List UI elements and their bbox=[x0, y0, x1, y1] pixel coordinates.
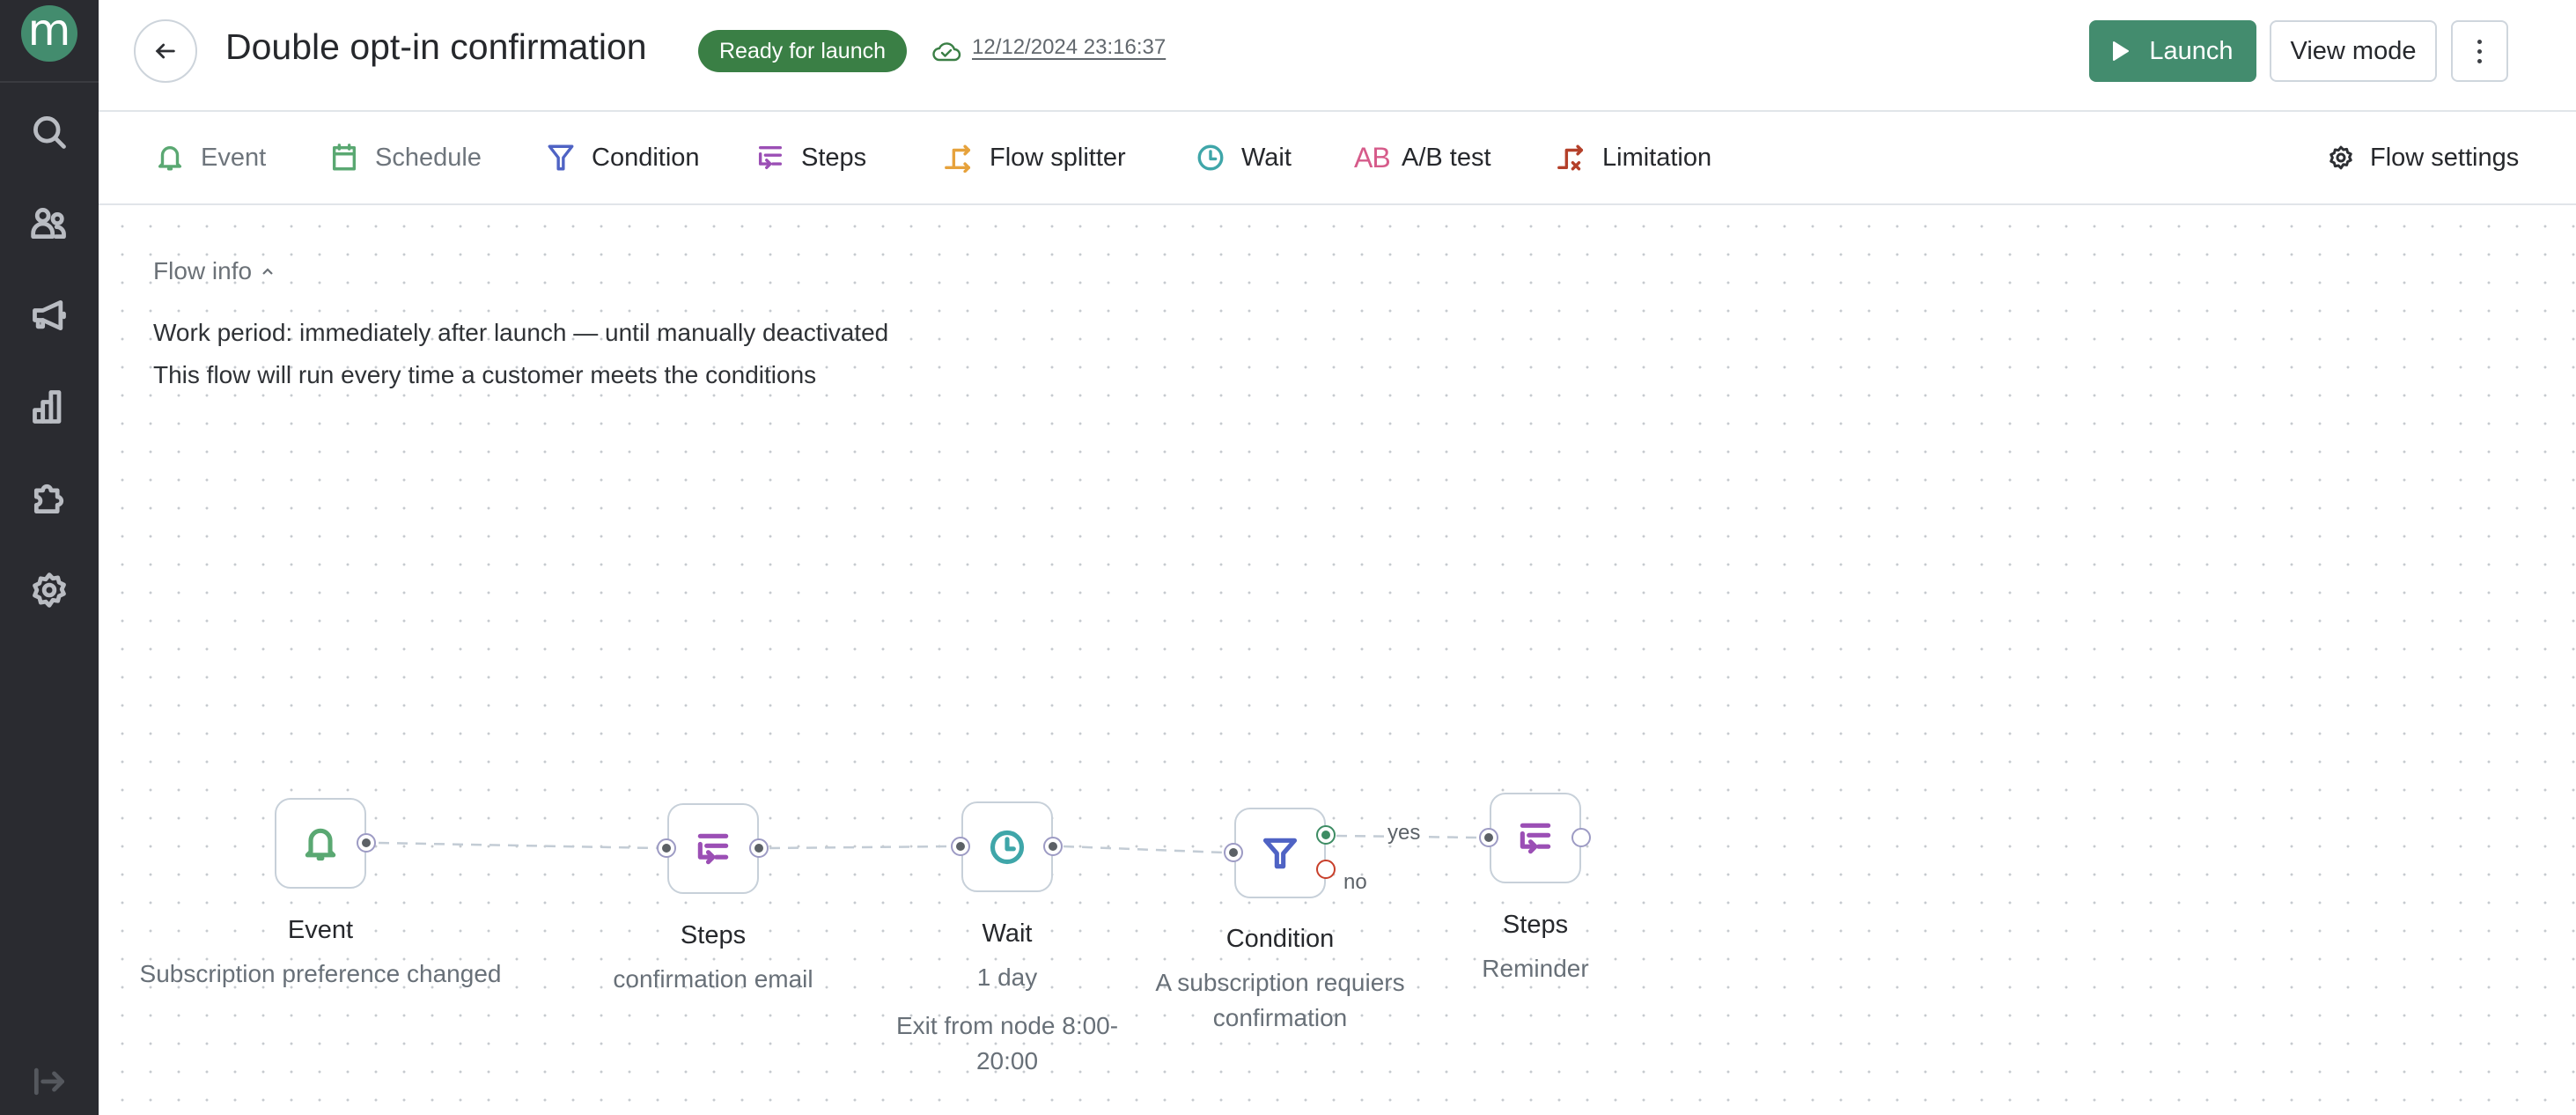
flow-splitter-icon bbox=[945, 144, 971, 173]
input-port[interactable] bbox=[1224, 843, 1243, 862]
output-port[interactable] bbox=[749, 838, 769, 858]
gear-icon bbox=[33, 572, 66, 608]
node-title: Steps bbox=[1502, 911, 1569, 939]
sidebar-item-settings[interactable] bbox=[28, 569, 70, 611]
tool-steps-label: Steps bbox=[801, 143, 867, 172]
node-subtitle-line: 20:00 bbox=[975, 1047, 1039, 1074]
work-period-text: Work period: immediately after launch — … bbox=[153, 319, 889, 346]
node-subtitle-line: A subscription requiers bbox=[1155, 969, 1405, 996]
no-port[interactable] bbox=[1316, 860, 1336, 879]
input-port[interactable] bbox=[951, 837, 970, 856]
flow-node-wait[interactable] bbox=[961, 801, 1053, 892]
node-title: Condition bbox=[1225, 925, 1335, 953]
sidebar: m bbox=[0, 0, 99, 1115]
launch-button[interactable]: Launch bbox=[2089, 20, 2256, 82]
sidebar-item-customers[interactable] bbox=[28, 203, 70, 245]
megaphone-icon bbox=[33, 299, 66, 331]
view-mode-button[interactable]: View mode bbox=[2270, 20, 2437, 82]
app-logo[interactable]: m bbox=[21, 5, 77, 62]
filter-icon bbox=[1262, 838, 1298, 868]
output-port[interactable] bbox=[1043, 837, 1063, 856]
tool-schedule[interactable]: Schedule bbox=[329, 112, 482, 203]
back-button[interactable] bbox=[134, 19, 197, 83]
tool-wait-label: Wait bbox=[1241, 143, 1292, 172]
sidebar-divider bbox=[0, 81, 99, 83]
bar-chart-icon bbox=[33, 390, 62, 424]
tool-ab-test-label: A/B test bbox=[1402, 143, 1491, 172]
kebab-menu-icon bbox=[2477, 37, 2482, 66]
node-subtitle: 1 day bbox=[976, 964, 1038, 991]
flow-node-steps-reminder[interactable] bbox=[1490, 793, 1581, 883]
run-rule-text: This flow will run every time a customer… bbox=[153, 361, 817, 388]
flow-settings-label: Flow settings bbox=[2370, 143, 2520, 172]
steps-icon bbox=[697, 833, 729, 864]
input-port[interactable] bbox=[1479, 828, 1498, 847]
tool-event[interactable]: Event bbox=[155, 112, 266, 203]
node-subtitle: confirmation email bbox=[613, 965, 813, 993]
tool-event-label: Event bbox=[201, 143, 267, 172]
clock-icon bbox=[1197, 144, 1224, 171]
node-subtitle: Reminder bbox=[1482, 955, 1589, 982]
tool-wait[interactable]: Wait bbox=[1196, 112, 1292, 203]
gear-icon bbox=[2329, 145, 2352, 170]
sidebar-item-search[interactable] bbox=[28, 111, 70, 153]
ab-icon: AB bbox=[1354, 141, 1391, 174]
flow-info-toggle[interactable]: Flow info bbox=[153, 257, 275, 285]
search-icon bbox=[33, 116, 66, 149]
flow-info-label: Flow info bbox=[153, 257, 253, 284]
tool-ab-test[interactable]: AB A/B test bbox=[1354, 112, 1491, 203]
input-port[interactable] bbox=[657, 838, 676, 858]
play-icon bbox=[2113, 41, 2130, 61]
sidebar-item-campaigns[interactable] bbox=[28, 294, 70, 336]
bell-icon bbox=[158, 146, 182, 171]
limitation-icon bbox=[1557, 144, 1584, 171]
page-title: Double opt-in confirmation bbox=[225, 26, 647, 67]
node-title: Steps bbox=[680, 921, 747, 949]
flow-node-steps-confirmation[interactable] bbox=[667, 803, 759, 894]
tool-condition[interactable]: Condition bbox=[546, 112, 700, 203]
tool-limitation[interactable]: Limitation bbox=[1557, 112, 1711, 203]
node-subtitle-line: confirmation bbox=[1212, 1004, 1348, 1031]
node-title: Wait bbox=[982, 919, 1033, 948]
expand-sidebar-icon bbox=[33, 1067, 65, 1096]
output-port-empty[interactable] bbox=[1571, 828, 1591, 847]
tool-condition-label: Condition bbox=[592, 143, 700, 172]
chevron-up-icon bbox=[262, 268, 273, 275]
sidebar-item-analytics[interactable] bbox=[28, 386, 70, 428]
flow-settings-button[interactable]: Flow settings bbox=[2328, 112, 2519, 203]
edge-label-yes: yes bbox=[1384, 821, 1424, 845]
tool-flow-splitter[interactable]: Flow splitter bbox=[944, 112, 1126, 203]
more-options-button[interactable] bbox=[2451, 20, 2508, 82]
sidebar-expand-button[interactable] bbox=[28, 1060, 70, 1103]
puzzle-icon bbox=[33, 484, 64, 514]
status-badge: Ready for launch bbox=[698, 30, 908, 72]
launch-label: Launch bbox=[2149, 36, 2234, 65]
output-port[interactable] bbox=[357, 833, 376, 853]
yes-port[interactable] bbox=[1316, 825, 1336, 845]
cloud-check-icon bbox=[932, 42, 961, 62]
flow-node-condition[interactable] bbox=[1234, 808, 1326, 898]
clock-icon bbox=[990, 830, 1025, 864]
calendar-icon bbox=[332, 144, 357, 171]
bell-icon bbox=[305, 828, 336, 860]
last-saved-timestamp[interactable]: 12/12/2024 23:16:37 bbox=[972, 35, 1166, 60]
filter-icon bbox=[548, 144, 574, 171]
node-subtitle: Subscription preference changed bbox=[139, 960, 502, 987]
flow-node-event[interactable] bbox=[275, 798, 366, 889]
sidebar-item-integrations[interactable] bbox=[28, 477, 70, 520]
tool-flow-splitter-label: Flow splitter bbox=[990, 143, 1126, 172]
node-title: Event bbox=[287, 916, 354, 944]
tool-schedule-label: Schedule bbox=[375, 143, 482, 172]
tool-steps[interactable]: Steps bbox=[755, 112, 866, 203]
branch-label-no: no bbox=[1343, 870, 1367, 894]
steps-icon bbox=[758, 145, 783, 170]
users-icon bbox=[31, 208, 66, 240]
node-subtitle-line: Exit from node 8:00- bbox=[895, 1012, 1119, 1039]
steps-icon bbox=[1520, 823, 1551, 853]
arrow-left-icon bbox=[155, 43, 175, 59]
tool-limitation-label: Limitation bbox=[1602, 143, 1712, 172]
